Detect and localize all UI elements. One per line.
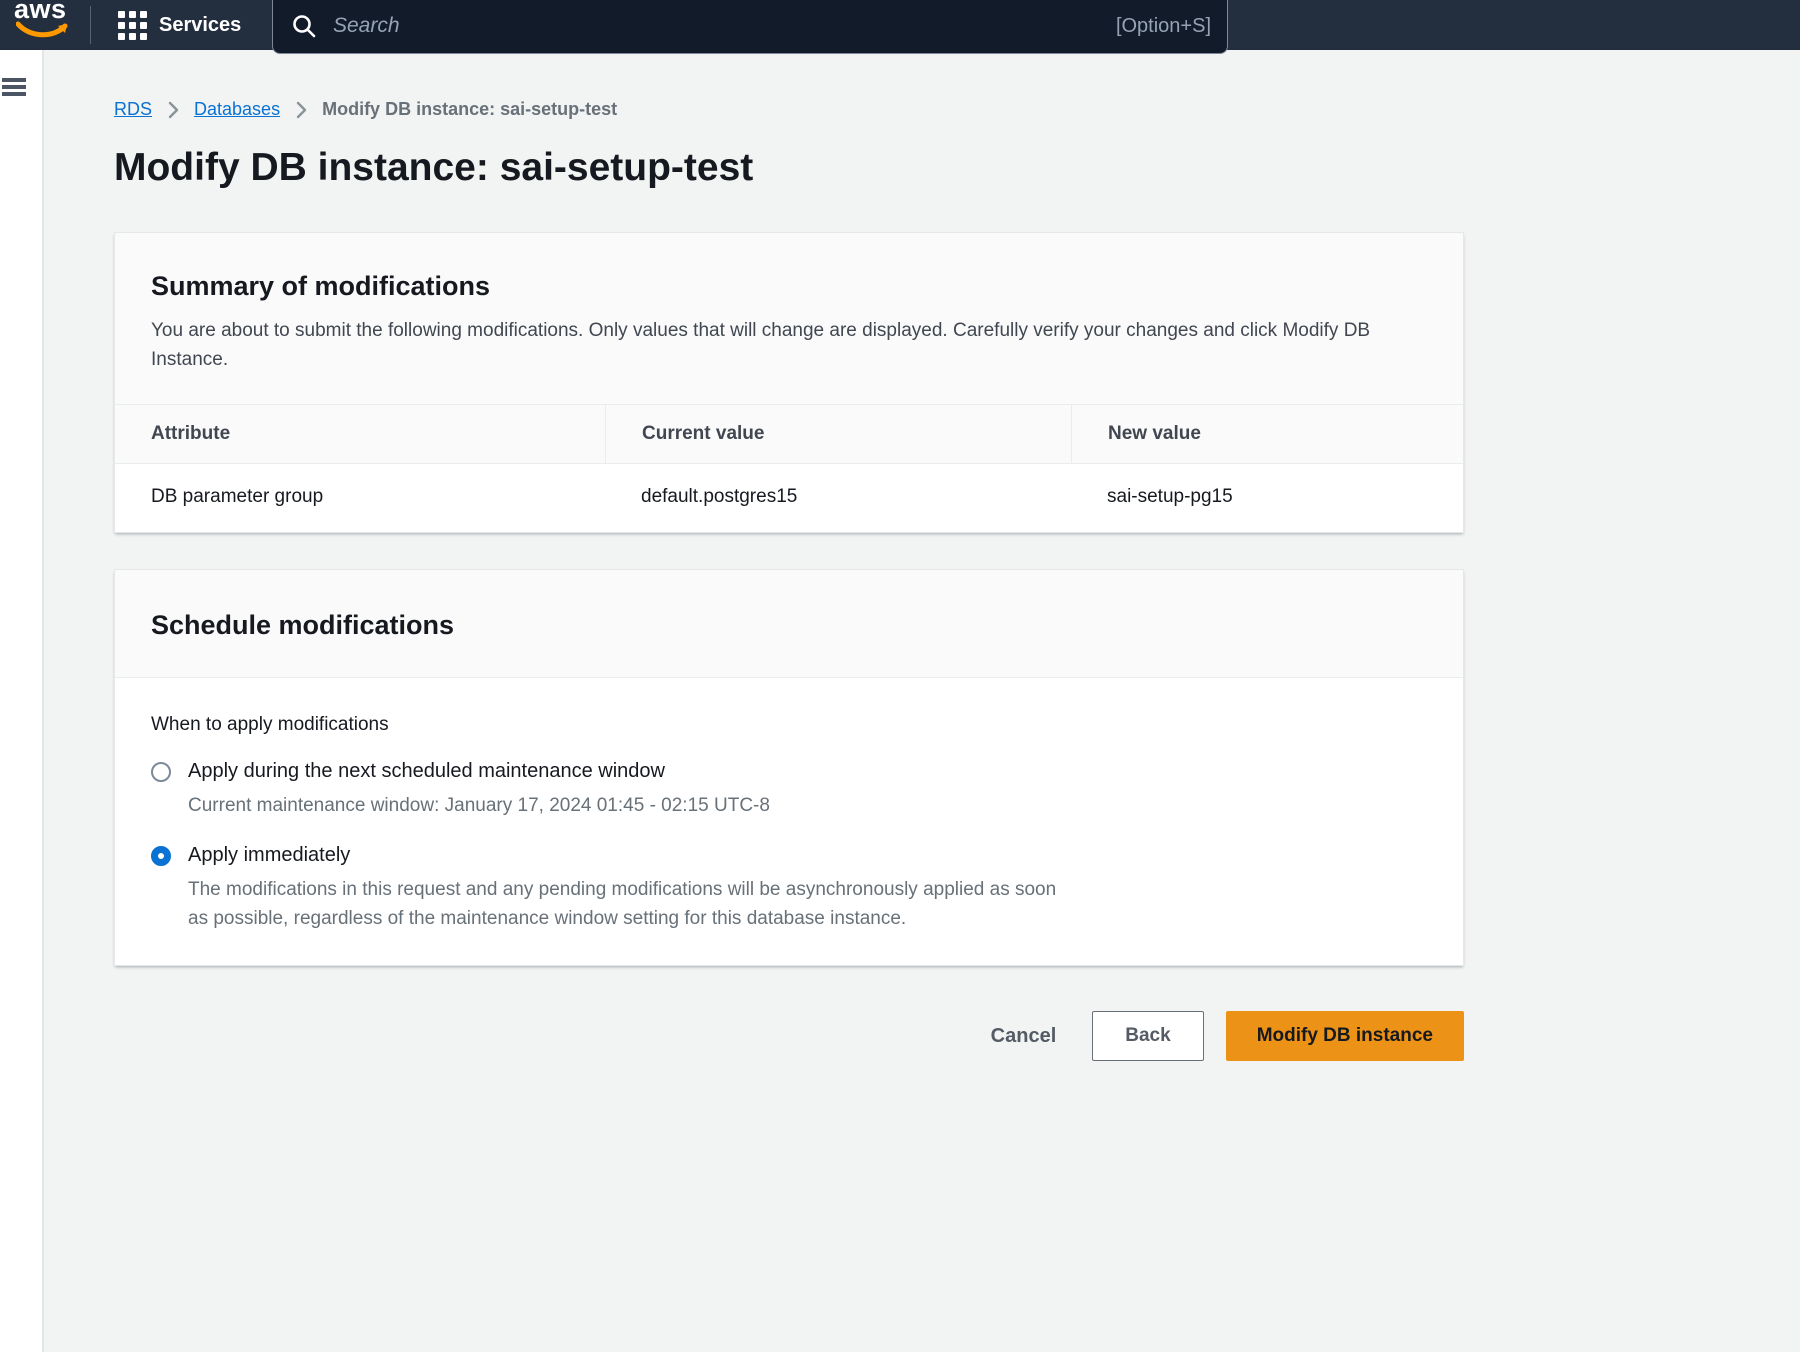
radio-maintenance-window[interactable]: Apply during the next scheduled maintena… bbox=[151, 760, 1427, 783]
cell-attribute: DB parameter group bbox=[115, 464, 605, 532]
top-navbar: aws Services Search [Option+S] bbox=[0, 0, 1800, 50]
form-actions: Cancel Back Modify DB instance bbox=[114, 1011, 1464, 1061]
breadcrumb-link-databases[interactable]: Databases bbox=[194, 99, 280, 120]
radio-apply-immediately-label: Apply immediately bbox=[188, 844, 350, 867]
radio-maintenance-window-label: Apply during the next scheduled maintena… bbox=[188, 760, 665, 783]
hamburger-menu-icon[interactable] bbox=[2, 78, 26, 98]
aws-logo[interactable]: aws bbox=[14, 0, 74, 46]
breadcrumb-current: Modify DB instance: sai-setup-test bbox=[322, 99, 617, 120]
radio-option-1: Apply immediately The modifications in t… bbox=[151, 844, 1427, 933]
services-menu-button[interactable]: Services bbox=[118, 0, 241, 50]
search-input[interactable]: Search [Option+S] bbox=[272, 0, 1228, 54]
radio-button-icon[interactable] bbox=[151, 762, 171, 782]
column-header-attribute: Attribute bbox=[115, 405, 605, 463]
radio-apply-immediately[interactable]: Apply immediately bbox=[151, 844, 1427, 867]
chevron-right-icon bbox=[295, 101, 307, 119]
summary-card-title: Summary of modifications bbox=[151, 271, 1427, 302]
chevron-right-icon bbox=[167, 101, 179, 119]
search-icon bbox=[291, 13, 317, 39]
back-button[interactable]: Back bbox=[1092, 1011, 1203, 1061]
modifications-table-header: Attribute Current value New value bbox=[115, 404, 1463, 464]
cancel-button[interactable]: Cancel bbox=[977, 1025, 1071, 1048]
apply-immediately-description: The modifications in this request and an… bbox=[188, 875, 1068, 933]
when-to-apply-label: When to apply modifications bbox=[151, 714, 1427, 736]
side-nav-rail bbox=[0, 50, 44, 1352]
breadcrumb: RDS Databases Modify DB instance: sai-se… bbox=[114, 99, 1464, 120]
table-row: DB parameter group default.postgres15 sa… bbox=[115, 464, 1463, 532]
services-grid-icon bbox=[118, 11, 147, 40]
modify-db-instance-button[interactable]: Modify DB instance bbox=[1226, 1011, 1464, 1061]
services-label: Services bbox=[159, 14, 241, 37]
summary-card-description: You are about to submit the following mo… bbox=[151, 316, 1421, 374]
radio-button-icon[interactable] bbox=[151, 846, 171, 866]
search-placeholder: Search bbox=[333, 14, 400, 38]
page-title: Modify DB instance: sai-setup-test bbox=[114, 146, 1464, 190]
summary-of-modifications-card: Summary of modifications You are about t… bbox=[114, 232, 1464, 533]
breadcrumb-link-rds[interactable]: RDS bbox=[114, 99, 152, 120]
cell-current-value: default.postgres15 bbox=[605, 464, 1071, 532]
radio-option-0: Apply during the next scheduled maintena… bbox=[151, 760, 1427, 820]
navbar-divider bbox=[90, 6, 91, 44]
cell-new-value: sai-setup-pg15 bbox=[1071, 464, 1465, 532]
column-header-current-value: Current value bbox=[605, 405, 1071, 463]
main-content: RDS Databases Modify DB instance: sai-se… bbox=[114, 50, 1464, 1061]
column-header-new-value: New value bbox=[1071, 405, 1465, 463]
schedule-card-title: Schedule modifications bbox=[151, 610, 1427, 641]
schedule-modifications-card: Schedule modifications When to apply mod… bbox=[114, 569, 1464, 966]
maintenance-window-description: Current maintenance window: January 17, … bbox=[188, 791, 1427, 820]
aws-smile-icon bbox=[16, 20, 68, 42]
search-shortcut-hint: [Option+S] bbox=[1116, 15, 1211, 38]
